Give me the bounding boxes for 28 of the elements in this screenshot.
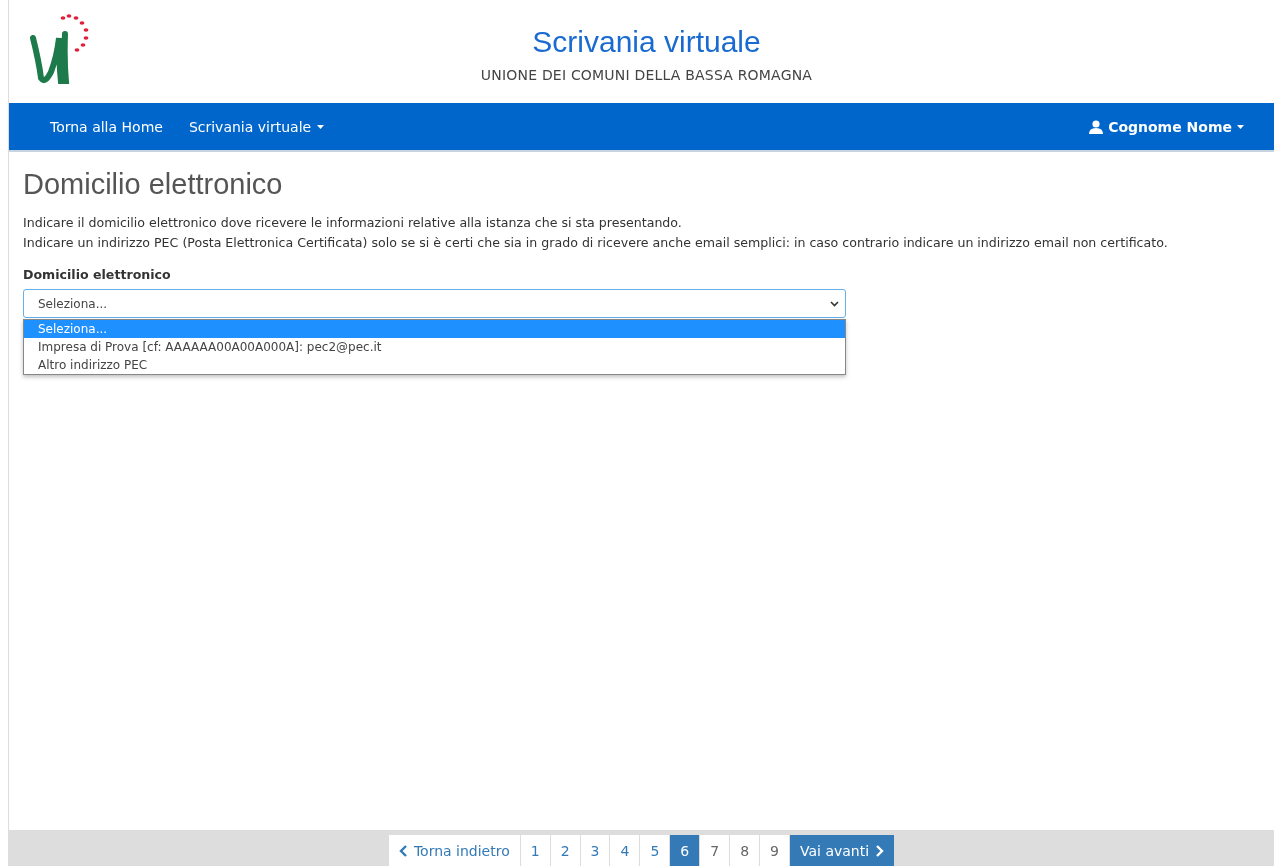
dropdown-option[interactable]: Altro indirizzo PEC <box>24 356 845 374</box>
user-menu[interactable]: Cognome Nome <box>1089 118 1244 135</box>
chevron-right-icon <box>875 844 885 857</box>
description-text: Indicare un indirizzo PEC (Posta Elettronica Certificata) solo se si è certi che sia in grado di ricevere anche email semplici: in caso contrario indicare un indirizzo email non certificato. <box>23 234 1169 252</box>
select-field[interactable]: Seleziona... <box>23 289 846 318</box>
site-title: Scrivania virtuale <box>532 24 761 59</box>
site-subtitle: UNIONE DEI COMUNI DELLA BASSA ROMAGNA <box>480 66 813 83</box>
chevron-left-icon <box>398 844 408 857</box>
back-button[interactable]: Torna indietro <box>388 835 520 866</box>
user-icon <box>1089 119 1104 134</box>
caret-icon <box>317 124 325 129</box>
page-link[interactable]: 5 <box>639 835 670 866</box>
field-label: Domicilio elettronico <box>23 267 172 282</box>
next-button[interactable]: Vai avanti <box>789 835 895 866</box>
nav-link[interactable]: Scrivania virtuale <box>175 118 338 135</box>
page-link[interactable]: 3 <box>579 835 610 866</box>
dropdown-option[interactable]: Impresa di Prova [cf: AAAAAA00A00A000A]: pec2@pec.it <box>24 338 845 356</box>
nav-link[interactable]: Torna alla Home <box>37 118 176 135</box>
dropdown-option[interactable]: Seleziona... <box>24 320 845 338</box>
description-text: Indicare il domicilio elettronico dove ricevere le informazioni relative alla istanza che si sta presentando. <box>23 214 683 232</box>
caret-icon <box>1237 124 1244 129</box>
page-link[interactable]: 4 <box>609 835 640 866</box>
page-link[interactable]: 6 <box>669 835 700 866</box>
logo-icon <box>29 12 91 84</box>
page-link[interactable]: 1 <box>519 835 550 866</box>
chevron-down-icon <box>830 300 839 307</box>
page-link[interactable]: 2 <box>549 835 580 866</box>
page-title: Domicilio elettronico <box>23 168 284 201</box>
